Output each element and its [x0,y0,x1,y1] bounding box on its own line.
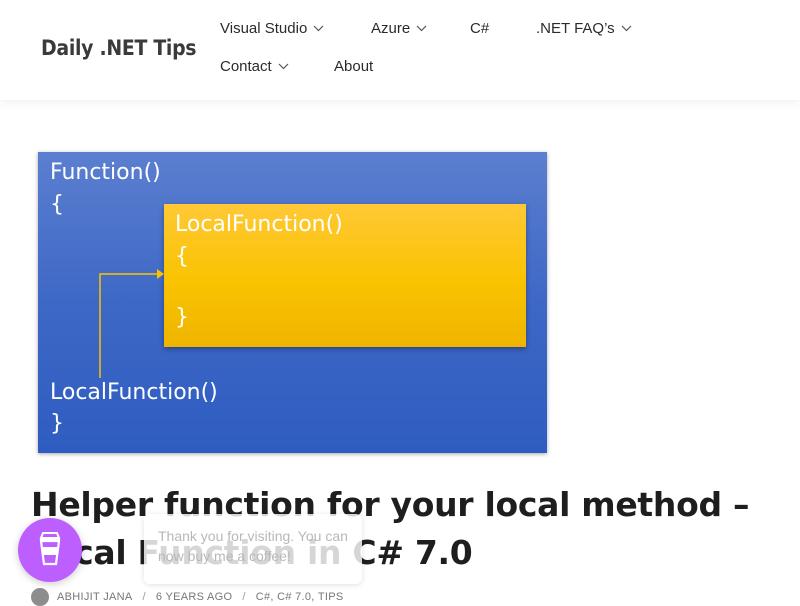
site-header: Daily .NET Tips Visual Studio Azure C# .… [0,0,800,100]
nav-item-azure[interactable]: Azure [371,20,427,37]
chevron-down-icon [416,25,427,32]
site-logo[interactable]: Daily .NET Tips [41,36,197,60]
nav-item-visual-studio[interactable]: Visual Studio [220,20,324,37]
nav-label: C# [470,20,490,37]
buy-me-a-coffee-button[interactable] [18,518,82,582]
separator: / [142,591,146,603]
nav-label: Visual Studio [220,20,308,37]
author-avatar[interactable] [31,588,49,606]
nav-item-csharp[interactable]: C# [470,20,489,37]
local-function-call-text: LocalFunction() [50,380,218,405]
chevron-down-icon [278,63,289,70]
nav-label: About [334,58,374,75]
nav-item-contact[interactable]: Contact [220,58,289,75]
nav-label: Contact [220,58,272,75]
nav-item-about[interactable]: About [334,58,373,75]
post-author[interactable]: ABHIJIT JANA [57,591,133,603]
chevron-down-icon [313,25,324,32]
nav-label: .NET FAQ’s [536,20,615,37]
post-date: 6 YEARS AGO [155,591,233,603]
call-arrow-icon [99,269,164,378]
post-categories[interactable]: C#, C# 7.0, TIPS [256,591,344,603]
nav-label: Azure [371,20,411,37]
outer-brace-close: } [50,411,64,436]
separator: / [242,591,246,603]
coffee-cup-icon [36,530,64,571]
featured-image[interactable]: Function() { LocalFunction() { } LocalFu… [38,152,547,453]
chevron-down-icon [621,25,632,32]
post-meta: ABHIJIT JANA / 6 YEARS AGO / C#, C# 7.0,… [31,588,344,606]
coffee-tooltip: Thank you for visiting. You can now buy … [144,514,362,584]
nav-item-net-faqs[interactable]: .NET FAQ’s [536,20,632,37]
